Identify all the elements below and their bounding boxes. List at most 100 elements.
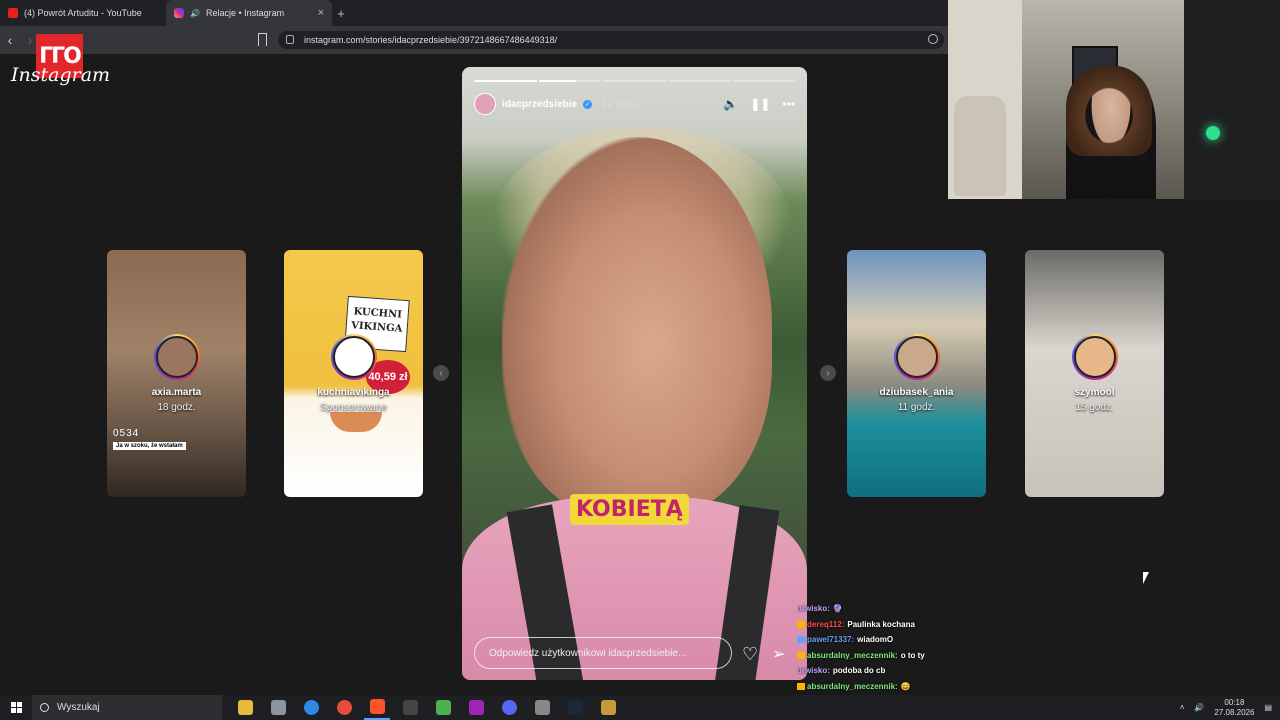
shield-app-icon[interactable]	[529, 695, 555, 720]
game-icon[interactable]	[595, 695, 621, 720]
chat-message: urwisko: 🔮	[797, 601, 1047, 617]
pinned-apps	[232, 695, 621, 720]
more-options-icon[interactable]: •••	[782, 97, 795, 111]
date: 27.08.2026	[1214, 707, 1255, 717]
progress-segment	[603, 80, 666, 82]
chat-username: pawel71337:	[807, 635, 855, 644]
chat-badge-icon	[797, 620, 805, 628]
story-username[interactable]: idacprzedsiebie	[502, 99, 577, 110]
story-username: dziubasek_ania	[879, 387, 954, 398]
chat-text: 🔮	[832, 604, 843, 613]
story-username: szymool	[1074, 387, 1115, 398]
reply-input[interactable]: Odpowiedz użytkownikowi idacprzedsiebie.…	[474, 637, 732, 669]
webcam-overlay	[948, 0, 1280, 199]
steam-icon[interactable]	[562, 695, 588, 720]
search-icon	[40, 703, 49, 712]
clock[interactable]: 00:18 27.08.2026	[1214, 698, 1254, 718]
search-placeholder: Wyszukaj	[57, 702, 100, 713]
chat-username: dereq112:	[807, 619, 845, 629]
story-card-szymool[interactable]: szymool 15 godz.	[1025, 250, 1164, 497]
brave-icon[interactable]	[364, 695, 390, 720]
chat-username: urwisko:	[797, 666, 830, 675]
story-progress	[474, 80, 795, 82]
discord-icon[interactable]	[496, 695, 522, 720]
story-card-axia-marta[interactable]: axia.marta 18 godz. 0534 Ja w szoku, że …	[107, 250, 246, 497]
story-card-kuchniavikinga[interactable]: KUCHNI VIKINGA 40,59 zł kuchniavikinga S…	[284, 250, 423, 497]
story-header: idacprzedsiebie ✓ 12 godz. 🔈 ❚❚ •••	[474, 93, 795, 115]
chrome-icon[interactable]	[331, 695, 357, 720]
chevron-up-icon[interactable]: ˄	[1180, 703, 1185, 712]
food-bowl	[330, 412, 382, 432]
volume-icon[interactable]: 🔊	[1194, 703, 1204, 712]
new-tab-button[interactable]: +	[332, 6, 350, 21]
story-time: 11 godz.	[897, 402, 936, 413]
close-tab-icon[interactable]: ×	[318, 7, 324, 19]
url-text: instagram.com/stories/idacprzedsiebie/39…	[304, 35, 558, 45]
file-explorer-icon[interactable]	[232, 695, 258, 720]
story-photo-face	[502, 137, 772, 517]
windows-icon	[10, 702, 22, 713]
progress-segment	[732, 80, 795, 82]
speaker-icon[interactable]: 🔊	[190, 9, 200, 18]
progress-segment	[667, 80, 731, 82]
time: 00:18	[1224, 697, 1245, 707]
story-caption: KOBIETĄ	[570, 494, 689, 525]
like-heart-icon[interactable]: ♡	[742, 644, 758, 665]
app-icon[interactable]	[463, 695, 489, 720]
progress-segment	[474, 80, 537, 82]
avatar	[153, 334, 200, 380]
browser-tab-bar: (4) Powrót Artuditu - YouTube 🔊 Relacje …	[0, 0, 948, 26]
streamer-hair	[1066, 66, 1152, 156]
green-light	[1206, 126, 1220, 140]
tab-youtube[interactable]: (4) Powrót Artuditu - YouTube	[0, 0, 166, 26]
verified-icon: ✓	[583, 99, 593, 109]
avatar	[893, 334, 940, 380]
chat-text: Paulinka kochana	[847, 619, 915, 629]
back-button[interactable]: ‹	[0, 32, 20, 48]
chat-username: absurdalny_meczennik:	[807, 681, 898, 691]
site-info-icon[interactable]	[286, 35, 294, 44]
story-card-dziubasek-ania[interactable]: dziubasek_ania 11 godz.	[847, 250, 986, 497]
avatar[interactable]	[474, 93, 496, 115]
volume-icon[interactable]: 🔈	[723, 97, 738, 111]
edge-icon[interactable]	[298, 695, 324, 720]
curtain	[1184, 0, 1280, 199]
instagram-icon	[174, 8, 184, 18]
story-time: 12 godz.	[602, 98, 641, 110]
avatar	[1071, 334, 1118, 380]
progress-segment	[538, 80, 602, 82]
obs-icon[interactable]	[397, 695, 423, 720]
launcher-icon[interactable]	[430, 695, 456, 720]
notifications-icon[interactable]: ▤	[1264, 703, 1272, 712]
instagram-logo[interactable]: Instagram	[11, 64, 110, 86]
story-caption: Ja w szoku, że wstałam	[113, 442, 186, 450]
url-field[interactable]: instagram.com/stories/idacprzedsiebie/39…	[278, 31, 944, 49]
chat-badge-icon	[797, 651, 805, 659]
next-story-button[interactable]: ›	[820, 365, 836, 381]
story-username: kuchniavikinga	[317, 387, 390, 398]
chat-message: absurdalny_meczennik: 😄	[797, 679, 1047, 695]
zoom-icon[interactable]	[928, 34, 938, 44]
bookmark-icon[interactable]	[258, 33, 267, 46]
chat-text: podoba do cb	[832, 666, 886, 675]
main-story[interactable]: idacprzedsiebie ✓ 12 godz. 🔈 ❚❚ ••• KOBI…	[462, 67, 807, 680]
start-button[interactable]	[0, 695, 32, 720]
chat-text: wiadomO	[857, 635, 894, 644]
chat-message: pawel71337: wiadomO	[797, 632, 1047, 648]
story-username: axia.marta	[151, 387, 202, 398]
chair	[954, 96, 1006, 196]
tab-title: (4) Powrót Artuditu - YouTube	[24, 8, 142, 18]
chat-text: o to ty	[900, 650, 925, 660]
chat-message: urwisko: podoba do cb	[797, 663, 1047, 679]
chat-text: 😄	[900, 681, 911, 691]
story-time: 15 godz.	[1075, 402, 1114, 413]
prev-story-button[interactable]: ‹	[433, 365, 449, 381]
windows-taskbar: Wyszukaj ˄ 🔊 00:18 27.08.2026 ▤	[0, 695, 1280, 720]
pause-icon[interactable]: ❚❚	[750, 97, 770, 111]
tab-instagram[interactable]: 🔊 Relacje • Instagram ×	[166, 0, 332, 26]
mouse-cursor-icon	[1143, 572, 1149, 584]
taskbar-search[interactable]: Wyszukaj	[32, 695, 222, 720]
send-icon[interactable]: ➢	[772, 644, 785, 664]
story-sponsored: Sponsorowane	[320, 402, 387, 413]
files-icon[interactable]	[265, 695, 291, 720]
